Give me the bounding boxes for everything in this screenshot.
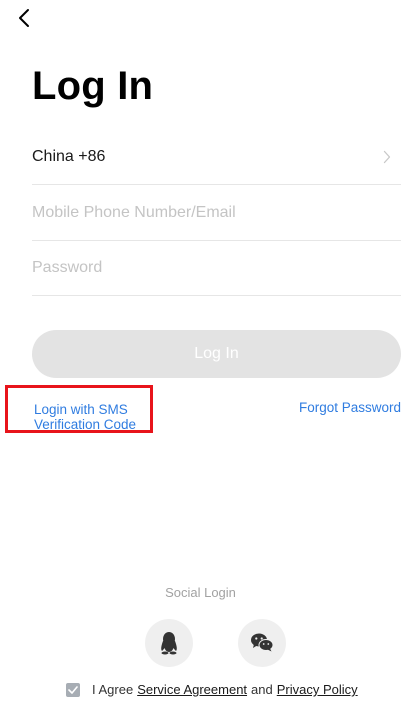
qq-login-button[interactable] xyxy=(145,619,193,667)
phone-email-input[interactable] xyxy=(32,204,401,222)
privacy-policy-link[interactable]: Privacy Policy xyxy=(277,682,358,697)
chevron-right-icon xyxy=(383,150,391,164)
qq-icon xyxy=(161,632,177,655)
agreement-row: I Agree Service Agreement and Privacy Po… xyxy=(66,682,362,697)
chevron-left-icon xyxy=(19,9,29,27)
wechat-login-button[interactable] xyxy=(238,619,286,667)
agreement-prefix: I Agree xyxy=(92,682,134,697)
login-button[interactable]: Log In xyxy=(32,330,401,378)
social-login-heading: Social Login xyxy=(165,585,236,600)
wechat-icon xyxy=(251,633,274,652)
service-agreement-link[interactable]: Service Agreement xyxy=(137,682,247,697)
sms-login-link[interactable]: Login with SMS Verification Code xyxy=(5,385,153,433)
sms-login-label-line1: Login with SMS xyxy=(34,402,128,417)
forgot-password-link[interactable]: Forgot Password xyxy=(299,400,401,415)
password-field-row xyxy=(32,241,401,296)
page-title: Log In xyxy=(32,64,154,108)
country-code-value: China +86 xyxy=(32,148,106,165)
phone-email-field-row xyxy=(32,186,401,241)
sms-login-label-line2: Verification Code xyxy=(34,417,137,432)
checkmark-icon xyxy=(68,685,78,694)
back-button[interactable] xyxy=(8,2,40,34)
login-screen: Log In China +86 Log In Login with SMS V… xyxy=(0,0,401,701)
country-code-selector[interactable]: China +86 xyxy=(32,130,401,185)
agreement-checkbox[interactable] xyxy=(66,682,80,697)
agreement-and: and xyxy=(251,682,273,697)
password-input[interactable] xyxy=(32,259,401,277)
